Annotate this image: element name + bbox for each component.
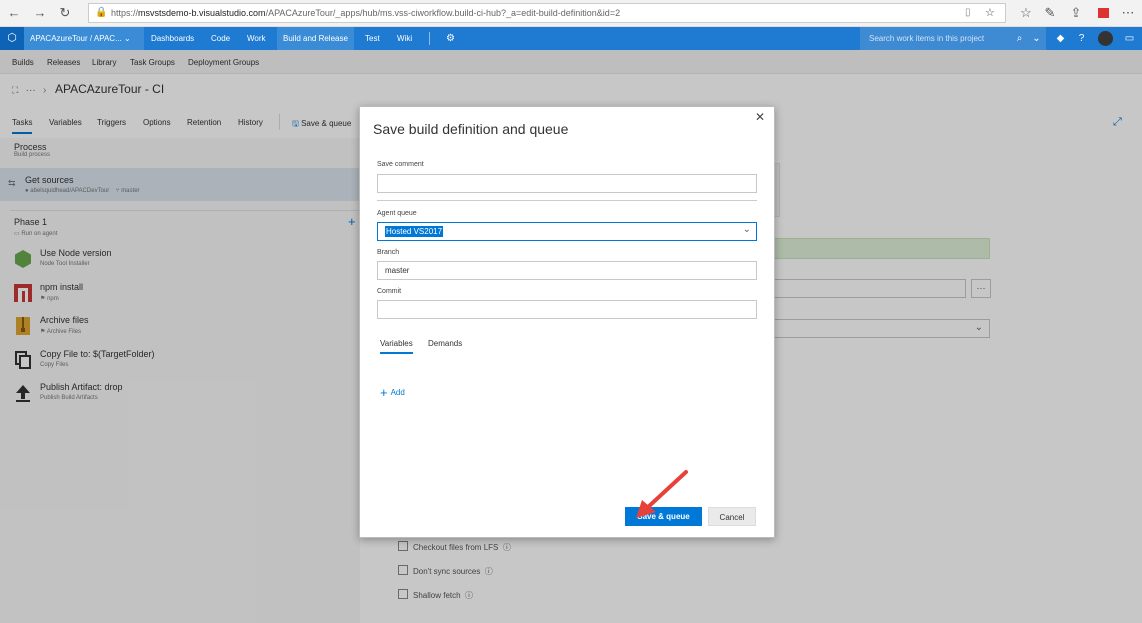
dialog-title: Save build definition and queue bbox=[373, 121, 569, 137]
tab-dialog-demands[interactable]: Demands bbox=[428, 339, 462, 348]
top-navigation: ⬡ APACAzureTour / APAC... ⌄ Dashboards C… bbox=[0, 27, 1142, 50]
refresh-icon[interactable]: ↻ bbox=[57, 5, 73, 21]
chevron-down-icon: ⌄ bbox=[123, 34, 131, 43]
nav-divider bbox=[429, 32, 430, 45]
nav-build-and-release[interactable]: Build and Release bbox=[277, 27, 354, 50]
nav-dashboards[interactable]: Dashboards bbox=[151, 27, 194, 50]
share-icon[interactable]: ⇪ bbox=[1068, 5, 1084, 21]
address-bar[interactable]: 🔒 https://msvstsdemo-b.visualstudio.com/… bbox=[88, 3, 1006, 23]
commit-label: Commit bbox=[377, 288, 402, 295]
cancel-button[interactable]: Cancel bbox=[708, 507, 756, 526]
commit-field[interactable] bbox=[377, 300, 757, 319]
url-text: https://msvstsdemo-b.visualstudio.com/AP… bbox=[111, 8, 621, 18]
add-label: Add bbox=[390, 388, 405, 397]
lock-icon: 🔒 bbox=[95, 7, 108, 18]
branch-field[interactable] bbox=[377, 261, 757, 280]
branch-label: Branch bbox=[377, 249, 400, 256]
help-icon[interactable]: ? bbox=[1074, 31, 1089, 46]
favorites-icon[interactable]: ☆ bbox=[1018, 5, 1034, 21]
save-and-queue-dialog: Save build definition and queue ✕ Save c… bbox=[359, 106, 775, 538]
reading-view-icon[interactable]: ▯ bbox=[965, 7, 971, 18]
search-placeholder: Search work items in this project bbox=[869, 34, 985, 43]
extension-icon[interactable] bbox=[1098, 8, 1109, 18]
forward-icon[interactable]: → bbox=[32, 5, 48, 21]
favorite-star-icon[interactable]: ☆ bbox=[985, 6, 995, 19]
chevron-down-icon: ⌄ bbox=[742, 224, 751, 235]
back-icon[interactable]: ← bbox=[6, 5, 22, 21]
nav-work[interactable]: Work bbox=[247, 27, 266, 50]
marketplace-icon[interactable]: ◆ bbox=[1053, 31, 1068, 46]
divider bbox=[377, 200, 757, 201]
project-selector[interactable]: APACAzureTour / APAC... ⌄ bbox=[24, 27, 144, 50]
search-options-chevron-icon[interactable]: ⌄ bbox=[1029, 31, 1044, 46]
save-comment-label: Save comment bbox=[377, 161, 424, 168]
nav-wiki[interactable]: Wiki bbox=[397, 27, 412, 50]
annotation-arrow-icon bbox=[636, 470, 688, 518]
pen-icon[interactable]: ✎ bbox=[1042, 5, 1058, 21]
more-icon[interactable]: ⋯ bbox=[1120, 5, 1136, 21]
add-variable-button[interactable]: + Add bbox=[380, 385, 405, 400]
notifications-icon[interactable]: ▭ bbox=[1122, 31, 1137, 46]
avatar[interactable] bbox=[1098, 31, 1113, 46]
agent-queue-value: Hosted VS2017 bbox=[385, 226, 444, 237]
settings-gear-icon[interactable]: ⚙ bbox=[443, 31, 458, 46]
agent-queue-label: Agent queue bbox=[377, 210, 417, 217]
project-name: APACAzureTour / APAC... bbox=[30, 34, 122, 43]
plus-icon: + bbox=[380, 385, 388, 400]
vsts-logo-icon[interactable]: ⬡ bbox=[0, 27, 24, 50]
browser-toolbar: ← → ↻ 🔒 https://msvstsdemo-b.visualstudi… bbox=[0, 0, 1142, 27]
close-icon[interactable]: ✕ bbox=[755, 110, 765, 124]
nav-test[interactable]: Test bbox=[365, 27, 380, 50]
search-icon[interactable]: ⌕ bbox=[1012, 31, 1027, 46]
nav-code[interactable]: Code bbox=[211, 27, 230, 50]
tab-dialog-variables[interactable]: Variables bbox=[380, 339, 413, 354]
agent-queue-select[interactable]: Hosted VS2017 ⌄ bbox=[377, 222, 757, 241]
save-comment-field[interactable] bbox=[377, 174, 757, 193]
